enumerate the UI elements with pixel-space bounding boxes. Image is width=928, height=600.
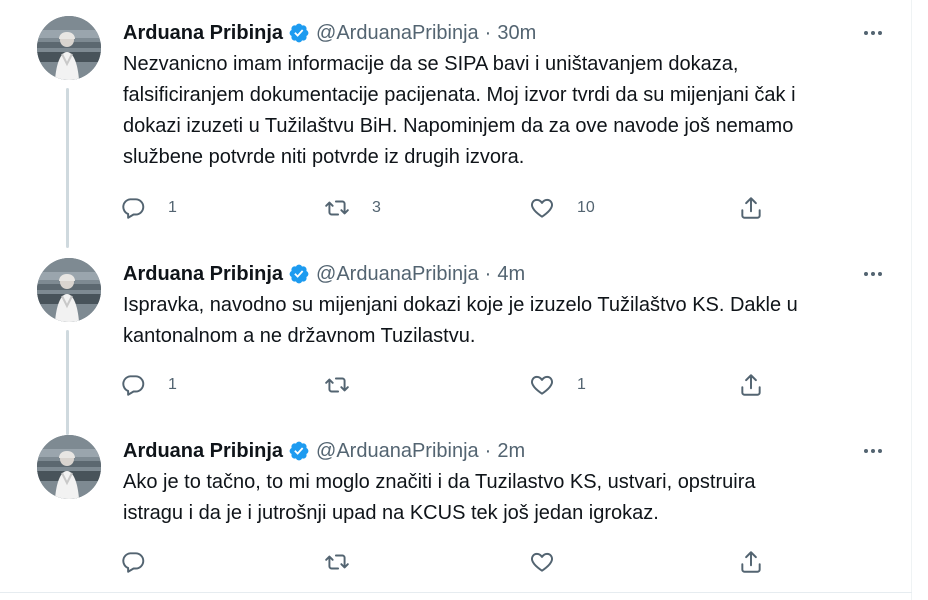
avatar[interactable]: [37, 258, 101, 322]
more-options-icon[interactable]: [860, 438, 886, 464]
more-options-icon[interactable]: [860, 20, 886, 46]
tweet-text: Nezvanicno imam informacije da se SIPA b…: [123, 53, 796, 168]
tweet-text: Ako je to tačno, to mi moglo značiti i d…: [123, 471, 756, 524]
divider: [0, 592, 912, 593]
tweet-header: Arduana Pribinja @ArduanaPribinja · 4m: [123, 262, 883, 286]
author-name[interactable]: Arduana Pribinja: [123, 262, 283, 286]
share-button[interactable]: [738, 193, 764, 223]
more-options-icon[interactable]: [860, 261, 886, 287]
reply-button[interactable]: 1: [120, 370, 177, 400]
tweet-actions: 1 3 10: [120, 193, 800, 223]
thread-connector: [66, 88, 69, 248]
separator-dot: ·: [484, 263, 492, 285]
share-icon: [741, 551, 761, 573]
avatar[interactable]: [37, 435, 101, 499]
avatar-image: [37, 16, 101, 80]
thread-connector: [66, 330, 69, 435]
author-handle[interactable]: @ArduanaPribinja: [316, 262, 479, 286]
retweet-button[interactable]: [324, 370, 372, 400]
tweet-header: Arduana Pribinja @ArduanaPribinja · 30m: [123, 21, 883, 45]
verified-badge-icon: [288, 22, 310, 44]
author-name[interactable]: Arduana Pribinja: [123, 21, 283, 45]
tweet-content: Arduana Pribinja @ArduanaPribinja · 30m …: [123, 21, 883, 173]
like-count: 1: [577, 376, 586, 393]
timestamp[interactable]: 2m: [497, 439, 525, 463]
avatar-image: [37, 435, 101, 499]
tweet-actions: [120, 547, 800, 577]
tweet-thread: Arduana Pribinja @ArduanaPribinja · 30m …: [0, 0, 912, 600]
author-name[interactable]: Arduana Pribinja: [123, 439, 283, 463]
reply-count: 1: [168, 376, 177, 393]
tweet-header: Arduana Pribinja @ArduanaPribinja · 2m: [123, 439, 883, 463]
reply-icon: [122, 198, 145, 219]
heart-icon: [531, 552, 553, 572]
heart-icon: [531, 375, 553, 395]
tweet-1[interactable]: Arduana Pribinja @ArduanaPribinja · 30m …: [0, 0, 912, 255]
reply-icon: [122, 375, 145, 396]
like-count: 10: [577, 199, 595, 216]
like-button[interactable]: 1: [529, 370, 586, 400]
share-icon: [741, 197, 761, 219]
retweet-icon: [325, 377, 349, 393]
retweet-button[interactable]: 3: [324, 193, 381, 223]
author-handle[interactable]: @ArduanaPribinja: [316, 439, 479, 463]
like-button[interactable]: [529, 547, 577, 577]
heart-icon: [531, 198, 553, 218]
share-icon: [741, 374, 761, 396]
retweet-icon: [325, 200, 349, 216]
tweet-content: Arduana Pribinja @ArduanaPribinja · 4m I…: [123, 262, 883, 352]
verified-badge-icon: [288, 263, 310, 285]
share-button[interactable]: [738, 547, 764, 577]
author-handle[interactable]: @ArduanaPribinja: [316, 21, 479, 45]
reply-button[interactable]: [120, 547, 168, 577]
reply-count: 1: [168, 199, 177, 216]
reply-icon: [122, 552, 145, 573]
retweet-icon: [325, 554, 349, 570]
avatar[interactable]: [37, 16, 101, 80]
tweet-3[interactable]: Arduana Pribinja @ArduanaPribinja · 2m A…: [0, 425, 912, 592]
timestamp[interactable]: 4m: [497, 262, 525, 286]
reply-button[interactable]: 1: [120, 193, 177, 223]
like-button[interactable]: 10: [529, 193, 595, 223]
tweet-actions: 1 1: [120, 370, 800, 400]
timestamp[interactable]: 30m: [497, 21, 536, 45]
share-button[interactable]: [738, 370, 764, 400]
retweet-count: 3: [372, 199, 381, 216]
avatar-image: [37, 258, 101, 322]
separator-dot: ·: [484, 440, 492, 462]
tweet-2[interactable]: Arduana Pribinja @ArduanaPribinja · 4m I…: [0, 250, 912, 435]
tweet-content: Arduana Pribinja @ArduanaPribinja · 2m A…: [123, 439, 883, 529]
tweet-text: Ispravka, navodno su mijenjani dokazi ko…: [123, 294, 798, 347]
separator-dot: ·: [484, 22, 492, 44]
verified-badge-icon: [288, 440, 310, 462]
retweet-button[interactable]: [324, 547, 372, 577]
